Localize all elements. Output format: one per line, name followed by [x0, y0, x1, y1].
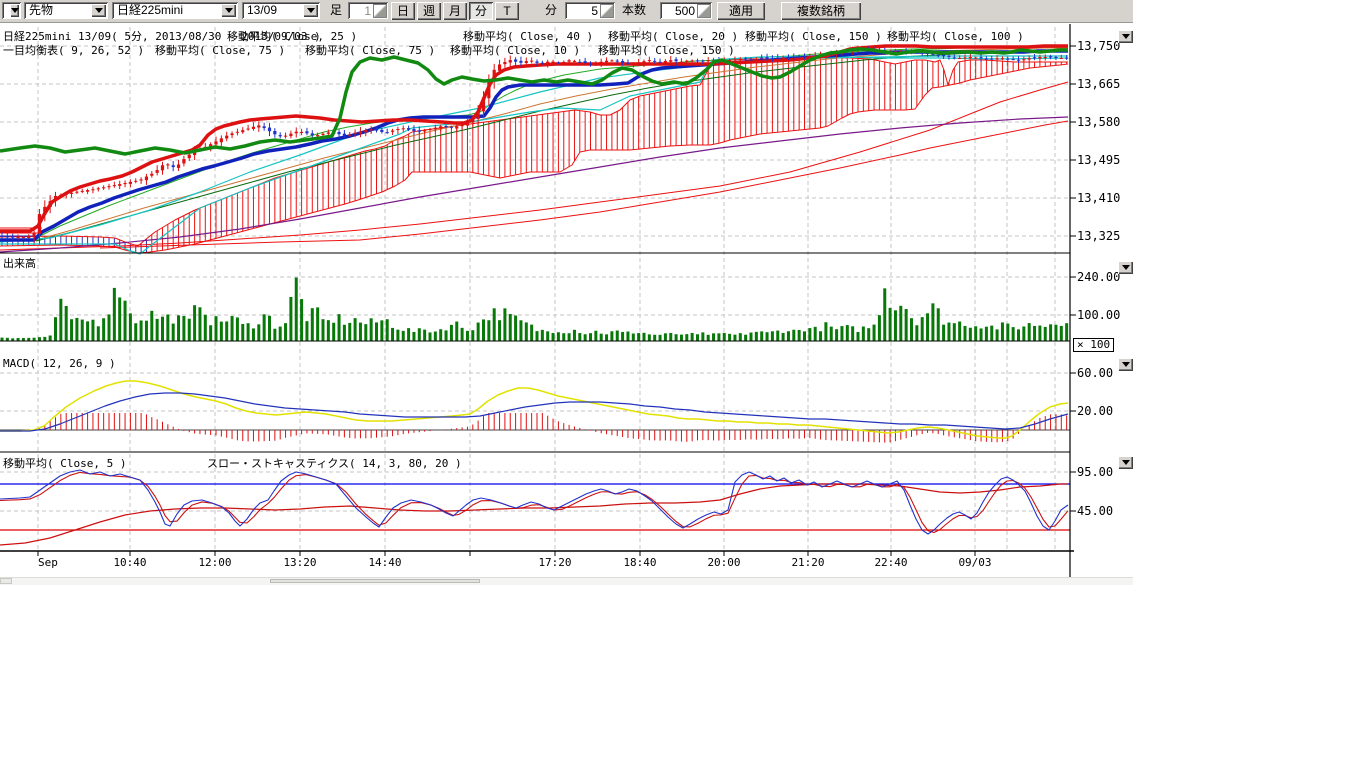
- minute-value-spinner[interactable]: 5: [565, 2, 615, 19]
- minute-value: 5: [565, 4, 600, 18]
- scrollbar-thumb[interactable]: [270, 579, 480, 583]
- spinner-icon[interactable]: [600, 4, 614, 18]
- bar-count-spinner[interactable]: 500: [660, 2, 712, 19]
- bar-value-spinner[interactable]: 1: [348, 2, 388, 19]
- volume-multiplier-badge: × 100: [1073, 338, 1114, 352]
- spinner-icon[interactable]: [697, 4, 711, 18]
- macd-panel-menu-button[interactable]: [1118, 358, 1133, 371]
- market-dropdown-value: 先物: [24, 3, 91, 18]
- symbol-dropdown-value: 日経225mini: [112, 3, 221, 18]
- chevron-down-icon[interactable]: [91, 4, 106, 17]
- period-week-button[interactable]: 週: [417, 2, 441, 20]
- chevron-down-icon[interactable]: [10, 4, 19, 17]
- apply-button[interactable]: 適用: [717, 2, 765, 20]
- contract-month-dropdown[interactable]: 13/09: [242, 2, 320, 19]
- period-month-button[interactable]: 月: [443, 2, 467, 20]
- chevron-down-icon[interactable]: [303, 4, 318, 17]
- price-panel-menu-button[interactable]: [1118, 30, 1133, 43]
- bar-count-label: 本数: [622, 2, 646, 19]
- multi-symbol-button[interactable]: 複数銘柄: [781, 2, 861, 20]
- symbol-dropdown[interactable]: 日経225mini: [112, 2, 238, 19]
- chevron-down-icon[interactable]: [221, 4, 236, 17]
- toolbar: 先物 日経225mini 13/09 足 1 日 週 月 分 T 分 5 本数 …: [0, 0, 1133, 23]
- contract-month-value: 13/09: [242, 3, 303, 18]
- minute-label: 分: [545, 2, 557, 19]
- bar-value: 1: [348, 4, 373, 18]
- mini-dropdown[interactable]: [2, 2, 21, 19]
- bar-type-label: 足: [330, 2, 342, 19]
- bar-count-value: 500: [660, 4, 697, 18]
- period-day-button[interactable]: 日: [391, 2, 415, 20]
- stoch-panel-menu-button[interactable]: [1118, 456, 1133, 469]
- horizontal-scrollbar[interactable]: [0, 577, 1133, 585]
- period-tick-button[interactable]: T: [495, 2, 519, 20]
- volume-panel-menu-button[interactable]: [1118, 261, 1133, 274]
- market-dropdown[interactable]: 先物: [24, 2, 108, 19]
- scrollbar-end-box[interactable]: [0, 578, 12, 584]
- chart-plot-area[interactable]: [0, 0, 1366, 768]
- chart-application-window: 先物 日経225mini 13/09 足 1 日 週 月 分 T 分 5 本数 …: [0, 0, 1366, 768]
- period-minute-button[interactable]: 分: [469, 2, 493, 20]
- spinner-icon[interactable]: [373, 4, 387, 18]
